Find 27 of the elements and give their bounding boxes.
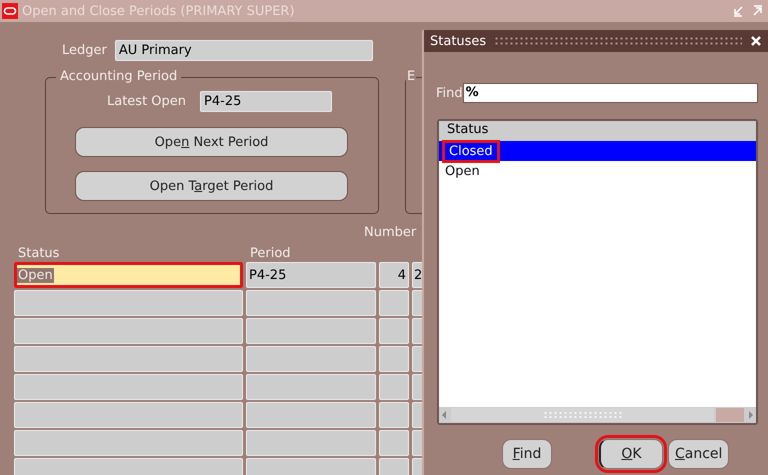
period-button[interactable]: Open Target Period (75, 171, 348, 201)
maximize-icon[interactable] (752, 5, 764, 17)
period-button[interactable]: Open Next Period (75, 127, 348, 157)
scroll-right-icon[interactable] (746, 409, 756, 421)
dialog-button[interactable]: Cancel (668, 439, 730, 469)
frame-title: Accounting Period (56, 69, 182, 85)
column-group-label: Number (364, 225, 416, 240)
column-header: Status (18, 246, 60, 261)
table-cell[interactable]: P4-25 (246, 262, 376, 288)
latest-open-label: Latest Open (107, 94, 186, 109)
table-cell[interactable]: Open (14, 262, 243, 288)
list-item[interactable]: Open (439, 161, 756, 181)
dialog-button[interactable]: Find (502, 439, 552, 469)
frame-title: E (406, 69, 416, 85)
find-field[interactable]: % (462, 83, 758, 103)
list-column-header: Status (439, 121, 756, 141)
column-header: Period (250, 246, 291, 261)
list-item[interactable]: Closed (439, 141, 756, 161)
dialog-title: Statuses (430, 34, 486, 48)
ledger-label: Ledger (62, 43, 107, 58)
table-cell[interactable]: 4 (379, 262, 409, 288)
minimize-icon[interactable] (732, 5, 744, 17)
latest-open-field[interactable]: P4-25 (200, 91, 332, 112)
close-icon[interactable] (750, 35, 762, 47)
ledger-field[interactable]: AU Primary (114, 40, 373, 61)
app-logo-icon (2, 3, 18, 19)
find-label: Find (436, 86, 463, 100)
